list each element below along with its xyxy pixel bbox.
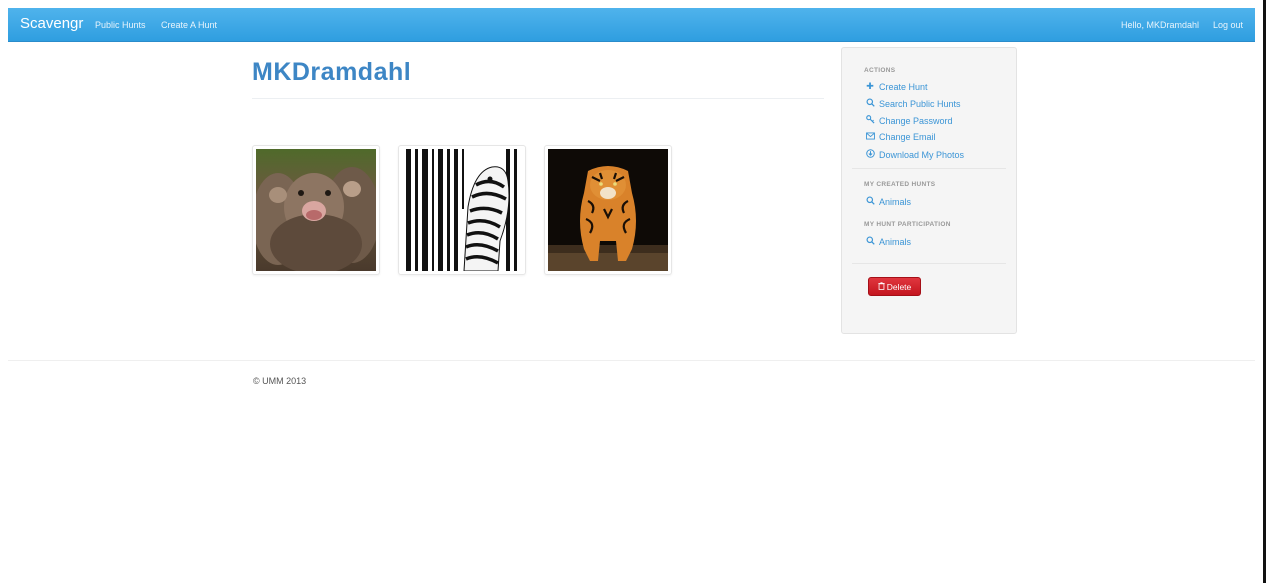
- change-email-link[interactable]: Change Email: [865, 132, 936, 142]
- created-hunt-label: Animals: [879, 196, 912, 207]
- change-password-label: Change Password: [879, 115, 953, 126]
- delete-button[interactable]: Delete: [868, 277, 921, 296]
- trash-icon: [878, 281, 885, 292]
- search-public-hunts-link[interactable]: Search Public Hunts: [865, 98, 961, 109]
- footer-divider: [8, 360, 1255, 361]
- photo-thumbnail-zebra[interactable]: [398, 145, 526, 275]
- sidebar-divider: [852, 263, 1006, 264]
- tiger-photo: [548, 149, 668, 271]
- download-photos-label: Download My Photos: [879, 149, 965, 160]
- created-hunt-animals-link[interactable]: Animals: [865, 196, 911, 207]
- search-icon: [865, 236, 875, 247]
- sidebar-panel: ACTIONS ✚ Create Hunt Search Public Hunt…: [841, 47, 1017, 334]
- sidebar-divider: [852, 168, 1006, 169]
- photo-thumbnail-tiger[interactable]: [544, 145, 672, 275]
- nav-public-hunts[interactable]: Public Hunts: [95, 20, 146, 30]
- plus-icon: ✚: [866, 81, 874, 91]
- create-hunt-label: Create Hunt: [879, 81, 928, 92]
- created-hunts-header: MY CREATED HUNTS: [864, 181, 936, 188]
- search-icon: [865, 98, 875, 109]
- photo-thumbnail-otters[interactable]: [252, 145, 380, 275]
- brand-link[interactable]: Scavengr: [20, 15, 83, 32]
- zebra-photo: [402, 149, 522, 271]
- participation-header: MY HUNT PARTICIPATION: [864, 221, 951, 228]
- otters-photo: [256, 149, 376, 271]
- envelope-icon: [865, 132, 875, 142]
- top-navbar: Scavengr Public Hunts Create A Hunt Hell…: [8, 8, 1255, 42]
- search-icon: [865, 196, 875, 207]
- search-public-hunts-label: Search Public Hunts: [879, 98, 961, 109]
- delete-button-label: Delete: [886, 281, 912, 292]
- nav-create-hunt[interactable]: Create A Hunt: [161, 20, 217, 30]
- actions-header: ACTIONS: [864, 67, 896, 74]
- page-title: MKDramdahl: [252, 58, 412, 86]
- participation-hunt-animals-link[interactable]: Animals: [865, 236, 911, 247]
- download-photos-link[interactable]: Download My Photos: [865, 149, 964, 160]
- change-email-label: Change Email: [879, 132, 936, 142]
- title-divider: [252, 98, 824, 99]
- user-greeting-link[interactable]: Hello, MKDramdahl: [1121, 20, 1199, 30]
- download-icon: [865, 149, 875, 160]
- change-password-link[interactable]: Change Password: [865, 115, 953, 126]
- footer-copyright: © UMM 2013: [253, 376, 307, 386]
- create-hunt-link[interactable]: ✚ Create Hunt: [865, 81, 928, 92]
- logout-link[interactable]: Log out: [1213, 20, 1243, 30]
- key-icon: [865, 115, 875, 126]
- participation-hunt-label: Animals: [879, 236, 912, 247]
